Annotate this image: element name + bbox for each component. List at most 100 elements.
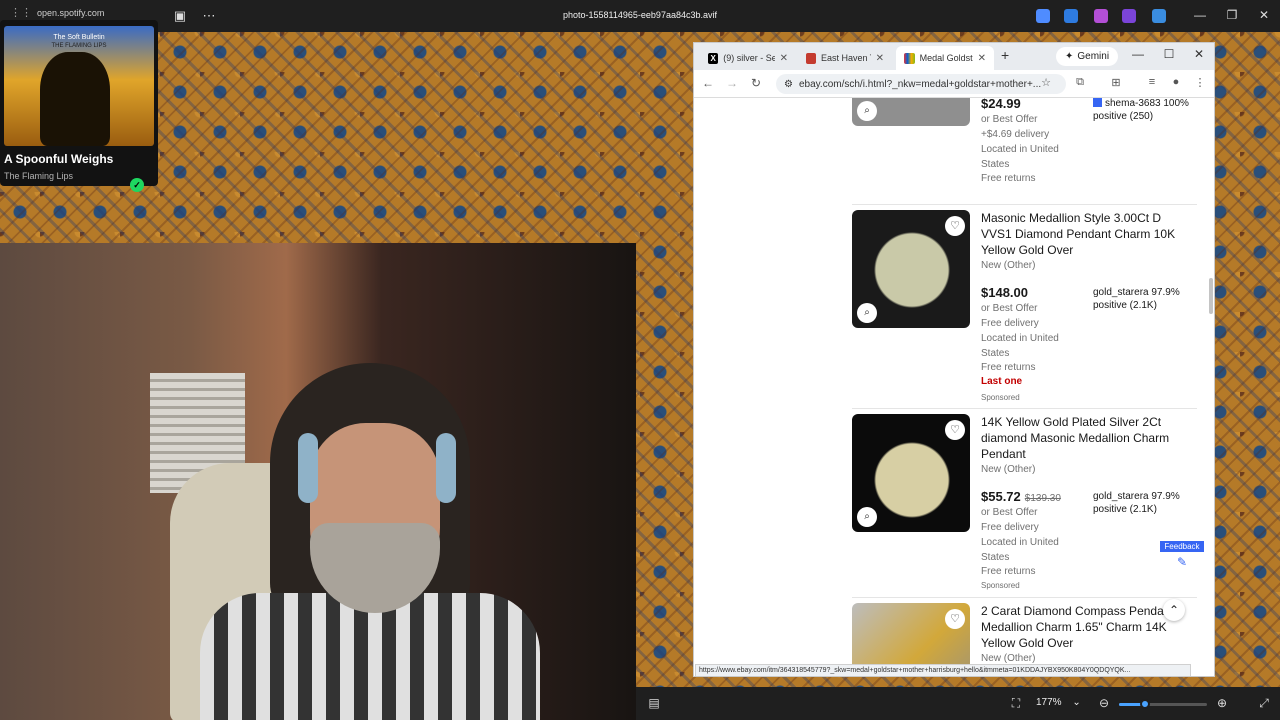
- listing-seller[interactable]: gold_starera 97.9% positive (2.1K): [1093, 286, 1197, 312]
- tab-close-icon[interactable]: ✕: [876, 53, 884, 64]
- browser-menu-icon[interactable]: ⋮: [1192, 76, 1208, 89]
- zoom-slider-knob[interactable]: [1140, 699, 1151, 709]
- browser-minimize-icon[interactable]: —: [1130, 47, 1146, 61]
- photo-viewer-titlebar: ⋮⋮ open.spotify.com ▣ ⋯ photo-1558114965…: [0, 0, 1280, 32]
- listing-thumbnail[interactable]: ⌕: [852, 98, 970, 126]
- browser-close-icon[interactable]: ✕: [1191, 47, 1207, 61]
- watch-heart-icon[interactable]: ♡: [945, 609, 965, 629]
- address-text: ebay.com/sch/i.html?_nkw=medal+goldstar+…: [798, 78, 1042, 90]
- split-view-icon[interactable]: ⊞: [1108, 76, 1124, 89]
- watch-heart-icon[interactable]: ♡: [945, 420, 965, 440]
- price-current: $55.72: [981, 489, 1021, 504]
- check-icon[interactable]: ✓: [130, 178, 144, 192]
- minimize-icon[interactable]: —: [1192, 8, 1208, 22]
- track-title[interactable]: A Spoonful Weighs: [4, 152, 122, 166]
- headphones-left: [298, 433, 318, 503]
- listing-location: Located in United States: [981, 144, 1059, 170]
- chevron-down-icon: ⌄: [1072, 697, 1081, 708]
- listing-title[interactable]: Masonic Medallion Style 3.00Ct D VVS1 Di…: [981, 210, 1195, 258]
- visual-search-icon[interactable]: ⌕: [857, 507, 877, 527]
- headphones-right: [436, 433, 456, 503]
- album-art-subtitle: THE FLAMING LIPS: [51, 43, 107, 49]
- new-tab-icon[interactable]: +: [1001, 47, 1009, 63]
- address-bar[interactable]: ⚙ ebay.com/sch/i.html?_nkw=medal+goldsta…: [776, 74, 1066, 94]
- price-original: $139.30: [1024, 493, 1061, 504]
- tab-close-icon[interactable]: ✕: [780, 53, 788, 64]
- listing-offer: or Best Offer: [981, 303, 1038, 314]
- listing-returns: Free returns: [981, 362, 1036, 373]
- listing-shipping: +$4.69 delivery: [981, 129, 1050, 140]
- ebay-icon: [904, 52, 915, 64]
- forward-arrow-icon[interactable]: →: [724, 76, 740, 90]
- listing-shipping: Free delivery: [981, 522, 1039, 533]
- last-one-label: Last one: [981, 376, 1023, 387]
- webcam-feed: [0, 243, 636, 720]
- tab-label: East Haven Tri: [820, 53, 871, 63]
- onedrive-icon[interactable]: [1152, 9, 1166, 23]
- seller-text: shema-3683 100% positive (250): [1093, 98, 1189, 122]
- zoom-slider[interactable]: [1119, 699, 1207, 709]
- listing-divider: [852, 408, 1197, 409]
- listing-divider: [852, 204, 1197, 205]
- x-logo-icon: X: [708, 52, 719, 64]
- profile-avatar-icon[interactable]: ●: [1168, 76, 1184, 88]
- reload-icon[interactable]: ↻: [748, 76, 764, 90]
- fit-to-window-icon[interactable]: ⛶: [1008, 696, 1024, 711]
- feedback-button[interactable]: Feedback: [1160, 541, 1204, 552]
- visual-search-icon[interactable]: ⌕: [857, 303, 877, 323]
- bookmark-star-icon[interactable]: ☆: [1038, 76, 1054, 89]
- listing-seller[interactable]: shema-3683 100% positive (250): [1093, 98, 1197, 123]
- extensions-icon[interactable]: ⧉: [1072, 76, 1088, 89]
- gemini-button[interactable]: ✦ Gemini: [1056, 47, 1119, 66]
- site-info-icon[interactable]: ⚙: [784, 79, 793, 90]
- listing-offer: or Best Offer: [981, 114, 1038, 125]
- listing-divider: [852, 597, 1197, 598]
- restore-icon[interactable]: ❐: [1224, 8, 1240, 22]
- info-panel-icon[interactable]: ▤: [646, 696, 662, 710]
- zoom-level[interactable]: 177% ⌄: [1036, 697, 1081, 708]
- tab-close-icon[interactable]: ✕: [978, 53, 986, 64]
- page-scrollbar[interactable]: [1207, 98, 1214, 676]
- listing-location: Located in United States: [981, 537, 1059, 563]
- album-art: The Soft Bulletin THE FLAMING LIPS: [4, 26, 154, 146]
- status-link-preview: https://www.ebay.com/itm/364318545779?_s…: [695, 664, 1191, 676]
- zoom-out-icon[interactable]: ⊖: [1096, 696, 1112, 710]
- fullscreen-icon[interactable]: ⤢: [1256, 696, 1272, 711]
- media-control-icon[interactable]: ≡: [1144, 76, 1160, 88]
- listing-title[interactable]: 14K Yellow Gold Plated Silver 2Ct diamon…: [981, 414, 1195, 462]
- back-arrow-icon[interactable]: ←: [700, 76, 716, 90]
- listing-thumbnail[interactable]: ♡ ⌕: [852, 210, 970, 328]
- tab-ebay-active[interactable]: Medal Goldsta ✕: [896, 46, 994, 70]
- browser-toolbar: ← → ↻ ⚙ ebay.com/sch/i.html?_nkw=medal+g…: [694, 70, 1214, 98]
- edit-app-icon[interactable]: [1064, 9, 1078, 23]
- artist-name[interactable]: The Flaming Lips: [4, 171, 73, 181]
- tab-bar: X (9) silver - Sea ✕ East Haven Tri ✕ Me…: [694, 43, 1214, 70]
- gemini-sparkle-icon: ✦: [1065, 51, 1074, 62]
- browser-window: X (9) silver - Sea ✕ East Haven Tri ✕ Me…: [693, 42, 1215, 677]
- close-icon[interactable]: ✕: [1256, 8, 1272, 22]
- spotify-mini-player[interactable]: The Soft Bulletin THE FLAMING LIPS A Spo…: [0, 20, 158, 192]
- listing-thumbnail[interactable]: ♡ ⌕: [852, 414, 970, 532]
- clipchamp-icon[interactable]: [1094, 9, 1108, 23]
- listing-returns: Free returns: [981, 566, 1036, 577]
- tab-x-search[interactable]: X (9) silver - Sea ✕: [700, 46, 796, 70]
- visual-search-icon[interactable]: ⌕: [857, 101, 877, 121]
- east-haven-icon: [806, 52, 816, 64]
- listing-price: $148.00: [981, 285, 1028, 300]
- zoom-in-icon[interactable]: ⊕: [1214, 696, 1230, 710]
- listing-condition: New (Other): [981, 464, 1036, 475]
- tab-east-haven[interactable]: East Haven Tri ✕: [798, 46, 892, 70]
- designer-icon[interactable]: [1122, 9, 1136, 23]
- browser-maximize-icon[interactable]: ☐: [1161, 47, 1177, 61]
- listing-location: Located in United States: [981, 333, 1059, 359]
- page-content: ⌕ $24.99 or Best Offer +$4.69 delivery L…: [694, 98, 1214, 676]
- feedback-edit-icon[interactable]: ✎: [1171, 555, 1193, 575]
- listing-price: $24.99: [981, 98, 1021, 111]
- scrollbar-thumb[interactable]: [1209, 278, 1213, 314]
- watch-heart-icon[interactable]: ♡: [945, 216, 965, 236]
- sponsored-label[interactable]: Sponsored: [981, 393, 1020, 402]
- sponsored-label[interactable]: Sponsored: [981, 581, 1020, 590]
- copilot-icon[interactable]: [1036, 9, 1050, 23]
- back-to-top-icon[interactable]: ⌃: [1163, 599, 1185, 621]
- listing-seller[interactable]: gold_starera 97.9% positive (2.1K): [1093, 490, 1197, 516]
